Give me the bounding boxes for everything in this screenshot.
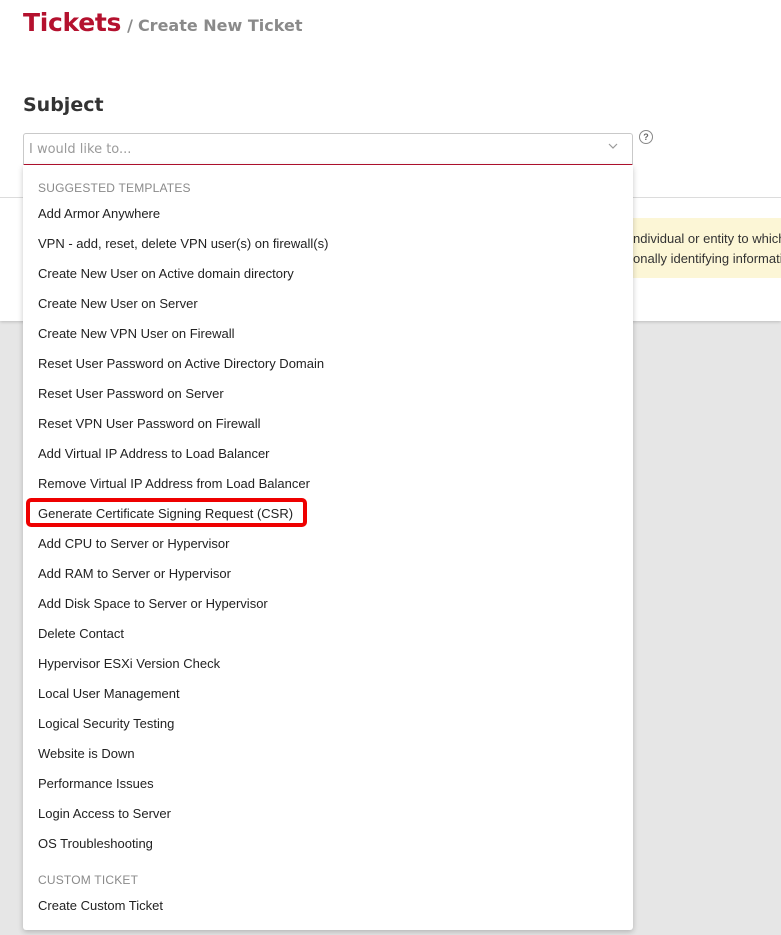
option-label: Add RAM to Server or Hypervisor bbox=[38, 566, 231, 581]
subject-select[interactable]: I would like to... bbox=[23, 133, 633, 166]
annotation-highlight-box bbox=[26, 498, 307, 527]
option-esxi-version-check[interactable]: Hypervisor ESXi Version Check bbox=[23, 649, 633, 679]
option-label: Reset User Password on Active Directory … bbox=[38, 356, 325, 371]
option-label: Create New User on Active domain directo… bbox=[38, 266, 294, 281]
breadcrumb: Tickets / Create New Ticket bbox=[23, 8, 302, 37]
option-remove-vip-lb[interactable]: Remove Virtual IP Address from Load Bala… bbox=[23, 469, 633, 499]
option-label: Performance Issues bbox=[38, 776, 154, 791]
option-os-troubleshooting[interactable]: OS Troubleshooting bbox=[23, 829, 633, 859]
option-label: Logical Security Testing bbox=[38, 716, 175, 731]
notice-line-2: onally identifying informatio bbox=[633, 251, 781, 266]
option-performance-issues[interactable]: Performance Issues bbox=[23, 769, 633, 799]
page-title[interactable]: Tickets bbox=[23, 8, 121, 37]
option-vpn-users-firewall[interactable]: VPN - add, reset, delete VPN user(s) on … bbox=[23, 229, 633, 259]
option-label: Add Disk Space to Server or Hypervisor bbox=[38, 596, 268, 611]
option-label: VPN - add, reset, delete VPN user(s) on … bbox=[38, 236, 329, 251]
option-label: Hypervisor ESXi Version Check bbox=[38, 656, 221, 671]
option-add-disk[interactable]: Add Disk Space to Server or Hypervisor bbox=[23, 589, 633, 619]
subject-select-placeholder: I would like to... bbox=[29, 142, 132, 157]
option-label: Reset VPN User Password on Firewall bbox=[38, 416, 261, 431]
option-reset-password-ad[interactable]: Reset User Password on Active Directory … bbox=[23, 349, 633, 379]
subject-label: Subject bbox=[23, 94, 104, 116]
option-reset-vpn-password[interactable]: Reset VPN User Password on Firewall bbox=[23, 409, 633, 439]
option-label: Add CPU to Server or Hypervisor bbox=[38, 536, 230, 551]
option-label: Local User Management bbox=[38, 686, 180, 701]
option-create-custom-ticket[interactable]: Create Custom Ticket bbox=[23, 891, 633, 921]
option-add-cpu[interactable]: Add CPU to Server or Hypervisor bbox=[23, 529, 633, 559]
notice-line-1: ndividual or entity to which bbox=[633, 231, 781, 246]
option-label: Add Virtual IP Address to Load Balancer bbox=[38, 446, 270, 461]
option-website-down[interactable]: Website is Down bbox=[23, 739, 633, 769]
option-create-user-server[interactable]: Create New User on Server bbox=[23, 289, 633, 319]
option-label: Remove Virtual IP Address from Load Bala… bbox=[38, 476, 310, 491]
option-label: Create New VPN User on Firewall bbox=[38, 326, 235, 341]
option-add-ram[interactable]: Add RAM to Server or Hypervisor bbox=[23, 559, 633, 589]
option-label: OS Troubleshooting bbox=[38, 836, 153, 851]
option-label: Reset User Password on Server bbox=[38, 386, 224, 401]
option-logical-security-testing[interactable]: Logical Security Testing bbox=[23, 709, 633, 739]
help-icon[interactable]: ? bbox=[639, 130, 653, 144]
option-create-user-ad[interactable]: Create New User on Active domain directo… bbox=[23, 259, 633, 289]
option-label: Create Custom Ticket bbox=[38, 898, 163, 913]
option-label: Login Access to Server bbox=[38, 806, 171, 821]
breadcrumb-current: Create New Ticket bbox=[137, 16, 303, 35]
option-label: Create New User on Server bbox=[38, 296, 198, 311]
subject-dropdown-menu: SUGGESTED TEMPLATES Add Armor Anywhere V… bbox=[23, 165, 633, 930]
breadcrumb-separator: / bbox=[127, 16, 133, 35]
option-add-armor-anywhere[interactable]: Add Armor Anywhere bbox=[23, 199, 633, 229]
option-local-user-management[interactable]: Local User Management bbox=[23, 679, 633, 709]
group-header-suggested: SUGGESTED TEMPLATES bbox=[38, 181, 191, 195]
group-header-custom: CUSTOM TICKET bbox=[38, 873, 139, 887]
option-label: Website is Down bbox=[38, 746, 135, 761]
option-reset-password-server[interactable]: Reset User Password on Server bbox=[23, 379, 633, 409]
chevron-down-icon[interactable] bbox=[608, 141, 618, 151]
option-label: Add Armor Anywhere bbox=[38, 206, 161, 221]
option-add-vip-lb[interactable]: Add Virtual IP Address to Load Balancer bbox=[23, 439, 633, 469]
option-delete-contact[interactable]: Delete Contact bbox=[23, 619, 633, 649]
option-login-access-server[interactable]: Login Access to Server bbox=[23, 799, 633, 829]
option-label: Delete Contact bbox=[38, 626, 124, 641]
option-create-vpn-user[interactable]: Create New VPN User on Firewall bbox=[23, 319, 633, 349]
